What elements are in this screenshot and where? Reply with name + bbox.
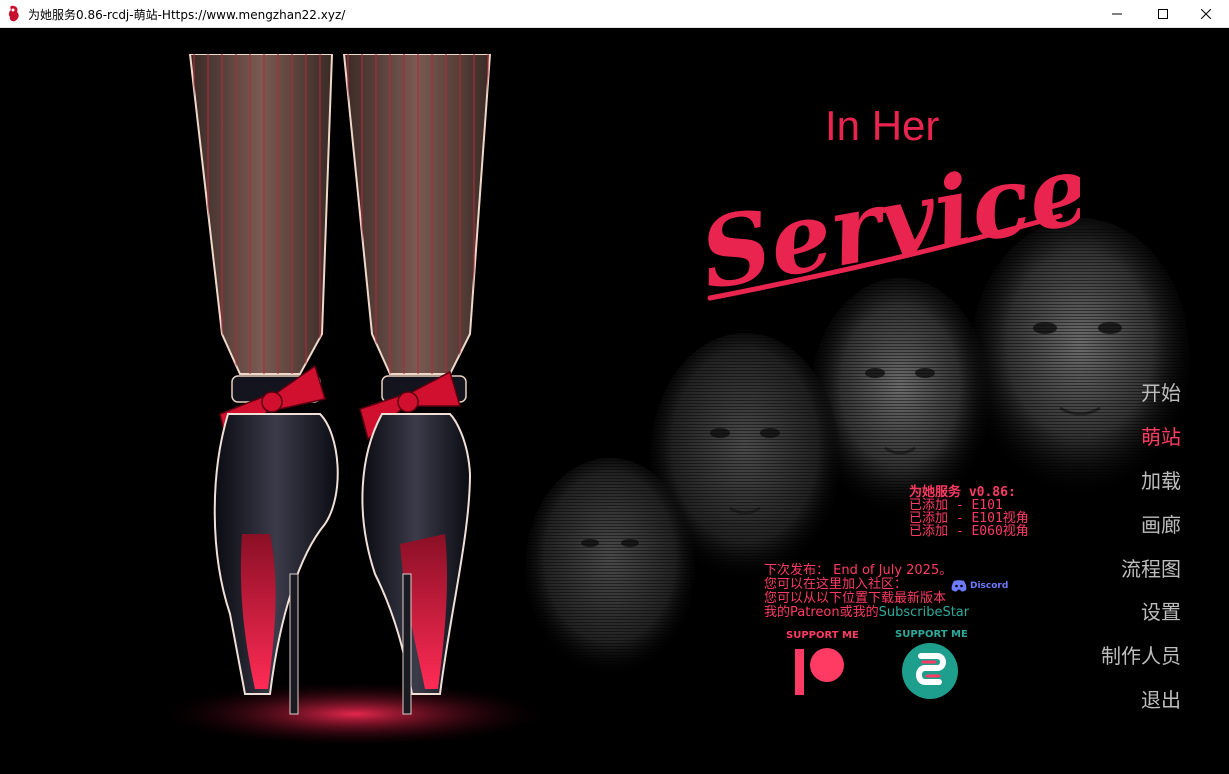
discord-icon — [951, 580, 967, 592]
menu-mengzhan[interactable]: 萌站 — [1141, 421, 1181, 450]
game-logo: In Her Service — [692, 102, 1080, 311]
subscribestar-icon[interactable] — [901, 642, 959, 700]
window-titlebar: 为她服务0.86-rcdj-萌站-Https://www.mengzhan22.… — [0, 0, 1229, 28]
menu-gallery[interactable]: 画廊 — [1141, 509, 1181, 538]
maximize-button[interactable] — [1140, 0, 1186, 28]
patch-notes: 为她服务 v0.86: 已添加 - E101 已添加 - E101视角 已添加 … — [909, 486, 1029, 538]
next-release-text: 下次发布： End of July 2025。 — [764, 563, 953, 578]
app-icon — [8, 5, 19, 22]
subscribestar-link[interactable]: SubscribeStar — [879, 605, 970, 620]
window-title: 为她服务0.86-rcdj-萌站-Https://www.mengzhan22.… — [28, 8, 346, 22]
menu-start[interactable]: 开始 — [1141, 377, 1181, 406]
discord-link[interactable]: Discord — [951, 580, 1008, 592]
close-icon — [1201, 9, 1211, 19]
discord-label: Discord — [970, 581, 1009, 591]
logo-line1: In Her — [825, 102, 939, 149]
game-canvas: In Her Service 开始 萌站 加载 画廊 流程图 设置 制作人员 退… — [0, 28, 1229, 774]
menu-load[interactable]: 加载 — [1141, 465, 1181, 494]
patch-note-line: 已添加 - E060视角 — [909, 524, 1029, 539]
info-block: 下次发布： End of July 2025。 您可以在这里加入社区： 您可以从… — [764, 564, 969, 620]
menu-credits[interactable]: 制作人员 — [1101, 640, 1181, 669]
subscribestar-support-label: SUPPORT ME — [895, 629, 968, 640]
patreon-support-label: SUPPORT ME — [786, 630, 859, 641]
menu-quit[interactable]: 退出 — [1141, 684, 1181, 713]
close-button[interactable] — [1183, 0, 1229, 28]
minimize-button[interactable] — [1094, 0, 1140, 28]
maximize-icon — [1158, 9, 1168, 19]
minimize-icon — [1112, 13, 1122, 15]
community-text: 您可以在这里加入社区： — [764, 577, 908, 592]
menu-settings[interactable]: 设置 — [1141, 596, 1181, 625]
support-text: 我的Patreon或我的SubscribeStar — [764, 606, 969, 620]
support-prefix: 我的Patreon或我的 — [764, 605, 879, 620]
logo-line2: Service — [692, 132, 1080, 311]
download-text: 您可以从以下位置下载最新版本 — [764, 591, 947, 606]
heels-artwork — [165, 54, 545, 746]
menu-flowchart[interactable]: 流程图 — [1121, 553, 1181, 582]
patreon-icon[interactable] — [793, 647, 847, 697]
